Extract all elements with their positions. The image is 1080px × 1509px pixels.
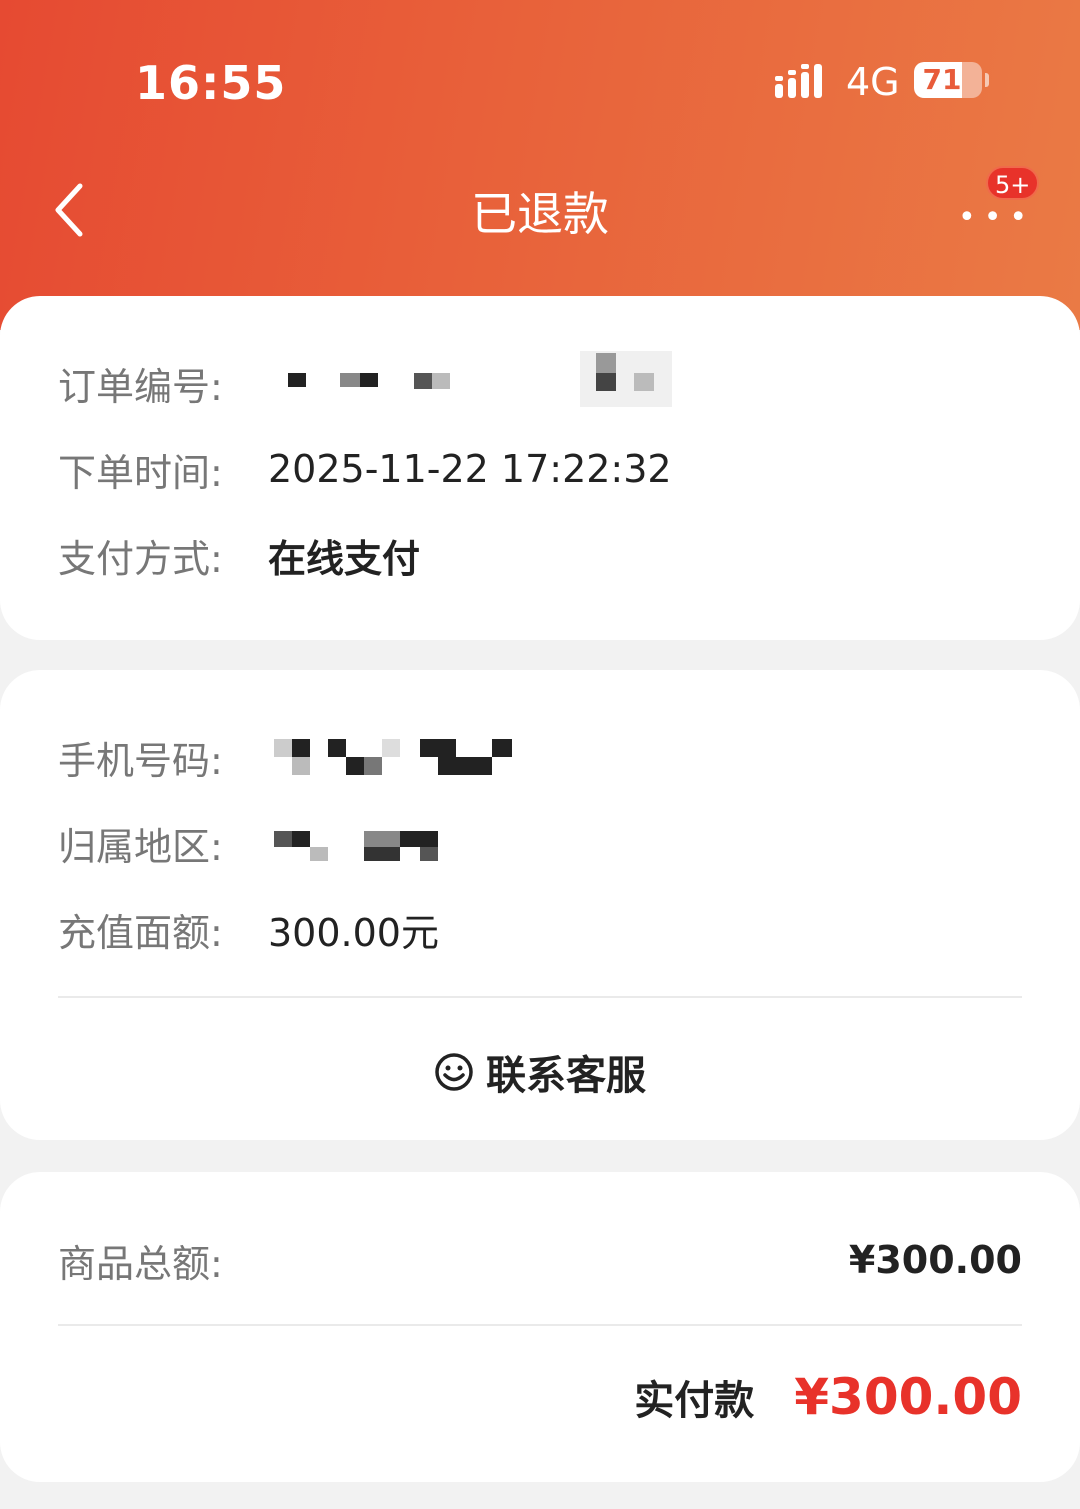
battery-percent: 71 [922,63,962,96]
contact-service-button[interactable]: 联系客服 [0,1040,1080,1104]
summary-card: 商品总额: ¥300.00 实付款 ¥300.00 [0,1172,1080,1482]
order-time-row: 下单时间: 2025-11-22 17:22:32 [58,439,672,499]
status-bar: 16:55 4G 71 [0,0,1080,150]
actual-paid-value: ¥300.00 [794,1368,1022,1426]
goods-total-value: ¥300.00 [848,1238,1022,1282]
status-time: 16:55 [135,56,287,110]
pay-method-label: 支付方式: [58,536,223,581]
amount-value: 300.00元 [268,910,439,955]
network-type: 4G [846,60,900,104]
order-time-value: 2025-11-22 17:22:32 [268,447,672,491]
region-label: 归属地区: [58,824,223,869]
actual-paid-row: 实付款 ¥300.00 [634,1362,1022,1432]
pay-method-value: 在线支付 [268,536,421,581]
phone-row: 手机号码: [58,727,528,787]
order-number-label: 订单编号: [58,364,223,409]
actual-paid-label: 实付款 [634,1378,755,1424]
battery-icon: 71 [914,62,982,98]
signal-icon [775,64,822,98]
divider [58,996,1022,998]
order-time-label: 下单时间: [58,450,223,495]
smile-chat-icon [435,1053,473,1091]
order-number-row: 订单编号: [58,351,688,413]
notification-badge: 5+ [986,166,1040,200]
amount-row: 充值面额: 300.00元 [58,899,439,959]
pay-method-row: 支付方式: 在线支付 [58,525,420,585]
phone-label: 手机号码: [58,738,223,783]
nav-bar: 已退款 ••• [0,160,1080,260]
goods-total-label: 商品总额: [58,1241,223,1286]
region-row: 归属地区: [58,813,468,873]
order-info-card: 订单编号: 下单时间: 2025-11-22 17:22:32 支付方式: 在线… [0,296,1080,640]
contact-service-label: 联系客服 [486,1053,646,1099]
order-number-redacted [268,351,688,407]
amount-label: 充值面额: [58,910,223,955]
region-redacted [268,823,468,863]
recharge-info-card: 手机号码: 归属地区: 充值面额: 300.00元 联系客服 [0,670,1080,1140]
page-title: 已退款 [471,187,609,241]
more-dots-icon: ••• [958,200,1036,235]
divider [58,1324,1022,1326]
battery-tip [985,73,989,87]
phone-redacted [268,737,528,777]
goods-total-row: 商品总额: ¥300.00 [58,1230,1022,1290]
